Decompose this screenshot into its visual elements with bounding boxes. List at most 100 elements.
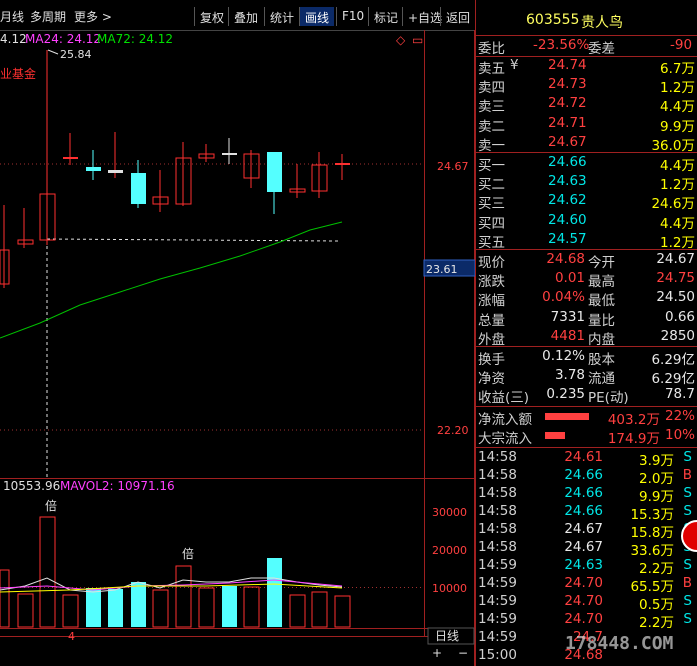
- tick-flag: S: [683, 557, 692, 573]
- stat-value: 24.50: [656, 289, 695, 306]
- stock-code: 603555: [526, 12, 580, 28]
- volume-bar: [17, 593, 34, 628]
- tick-volume: 0.5万: [639, 597, 674, 613]
- stat-value: 0.04%: [542, 289, 585, 306]
- volume-bar: [198, 587, 215, 628]
- multi-period-button[interactable]: 多周期: [30, 8, 66, 25]
- candles: [0, 50, 350, 288]
- tick-flag: S: [683, 485, 692, 501]
- diamond-icon[interactable]: ◇: [396, 33, 406, 47]
- flow-percent: 22%: [664, 408, 695, 424]
- daily-period-button[interactable]: 日线: [435, 629, 459, 643]
- weicha-label: 委差: [588, 41, 615, 57]
- stat-value: 24.68: [546, 251, 585, 267]
- high-marker-arrow: [47, 49, 59, 55]
- candle: [108, 170, 123, 173]
- watermark: 178448.COM: [565, 633, 674, 654]
- weibi-value: -23.56%: [533, 37, 590, 53]
- candlestick-chart[interactable]: 4.12 MA24: 24.12 MA72: 24.12 ◇ ▭ 业基金 25.…: [0, 30, 475, 666]
- stat-label: 今开: [588, 255, 615, 271]
- stat-value: 6.29亿: [651, 371, 695, 388]
- tick-time: 14:58: [478, 503, 517, 519]
- tick-flag: S: [683, 503, 692, 519]
- statistics-button[interactable]: 统计: [264, 7, 299, 26]
- overlay-button[interactable]: 叠加: [228, 7, 263, 26]
- weicha-value: -90: [670, 37, 693, 53]
- bid-label: 买五: [478, 234, 505, 251]
- mark-button[interactable]: 标记: [368, 7, 403, 26]
- tick-price: 24.63: [564, 557, 603, 573]
- stat-label: 外盘: [478, 331, 505, 348]
- bei-label-1: 倍: [45, 498, 57, 513]
- ask-price: 24.74: [548, 57, 587, 73]
- menu-box-icon[interactable]: ▭: [412, 33, 423, 47]
- f10-button[interactable]: F10: [336, 7, 369, 26]
- flow-row: 大宗流入 174.9万 10%: [476, 427, 697, 447]
- ask-price: 24.73: [548, 76, 587, 93]
- vol-tick-20000: 20000: [432, 544, 467, 557]
- bid-volume: 4.4万: [660, 158, 695, 174]
- zoom-in-icon[interactable]: +: [432, 646, 442, 660]
- stat-label: 涨跌: [478, 274, 505, 291]
- stock-name: 贵人鸟: [581, 15, 623, 31]
- back-button[interactable]: 返回: [440, 7, 475, 26]
- tick-flag: S: [683, 593, 692, 609]
- more-menu-button[interactable]: 更多 >: [74, 8, 112, 25]
- tick-volume: 33.6万: [630, 543, 674, 559]
- tick-row: 14:59 24.70 2.2万 S: [476, 611, 697, 631]
- bid-row: 买二 24.63 1.2万: [476, 173, 697, 194]
- stat-label: 总量: [478, 312, 505, 329]
- bid-label: 买二: [478, 177, 505, 194]
- zoom-out-icon[interactable]: −: [458, 646, 468, 660]
- ma72-line: [0, 221, 343, 339]
- volume-bar: [152, 589, 169, 628]
- ask-volume: 9.9万: [660, 118, 695, 135]
- volume-bar: [39, 516, 56, 628]
- stat-value: 6.29亿: [651, 352, 695, 368]
- stat-label: 最高: [588, 274, 615, 291]
- stock-header: 603555 贵人鸟: [476, 12, 697, 34]
- chart-toolbar: 月线 多周期 更多 > 复权 叠加 统计 画线 F10 标记 +自选 返回: [0, 0, 475, 31]
- tick-time: 14:59: [478, 575, 517, 591]
- vol-tick-10000: 10000: [432, 582, 467, 595]
- ask-volume: 1.2万: [660, 80, 695, 97]
- stat-value: 3.78: [554, 367, 585, 384]
- date-axis-label: 4: [68, 630, 75, 643]
- draw-line-button[interactable]: 画线: [299, 7, 335, 26]
- bid-volume: 1.2万: [660, 177, 695, 194]
- bid-price: 24.66: [548, 154, 587, 170]
- ma24-legend: MA24: 24.12: [25, 32, 101, 46]
- volume-bar: [131, 582, 146, 627]
- ask-row: 卖一 24.67 36.0万: [476, 134, 697, 154]
- tick-row: 14:5824.6733.6万S: [476, 539, 697, 559]
- period-monthly-tab[interactable]: 月线: [0, 8, 24, 25]
- stat-label: 流通: [588, 371, 615, 388]
- stat-label: 涨幅: [478, 293, 505, 310]
- tick-time: 14:58: [478, 521, 517, 537]
- candle: [222, 153, 237, 155]
- bid-price: 24.62: [548, 192, 587, 209]
- volume-bar: [108, 589, 123, 627]
- stat-row: 涨幅 0.04% 最低 24.50: [476, 289, 697, 310]
- ask-price: 24.71: [548, 114, 587, 131]
- weibi-row: 委比 -23.56% 委差 -90: [476, 37, 697, 57]
- tick-price: 24.67: [564, 539, 603, 555]
- volume-bar: [289, 594, 306, 628]
- stat-row: 总量 7331 量比 0.66: [476, 309, 697, 329]
- bid-label: 买一: [478, 158, 505, 174]
- tick-price: 24.61: [564, 449, 603, 465]
- candle: [335, 163, 350, 165]
- ask-volume: 4.4万: [660, 99, 695, 116]
- tick-time: 14:59: [478, 611, 517, 627]
- bei-label-2: 倍: [182, 546, 194, 561]
- tick-flag: S: [683, 611, 692, 627]
- ask-volume: 6.7万: [660, 61, 695, 77]
- stat-value: 24.67: [656, 251, 695, 267]
- right-price-label: 24.67: [437, 160, 469, 173]
- flow-bar: [545, 432, 565, 440]
- stat-label: PE(动): [588, 390, 629, 407]
- stat-label: 现价: [478, 255, 505, 271]
- restore-rights-button[interactable]: 复权: [194, 7, 229, 26]
- candle: [17, 239, 34, 245]
- tick-flag: S: [683, 449, 692, 465]
